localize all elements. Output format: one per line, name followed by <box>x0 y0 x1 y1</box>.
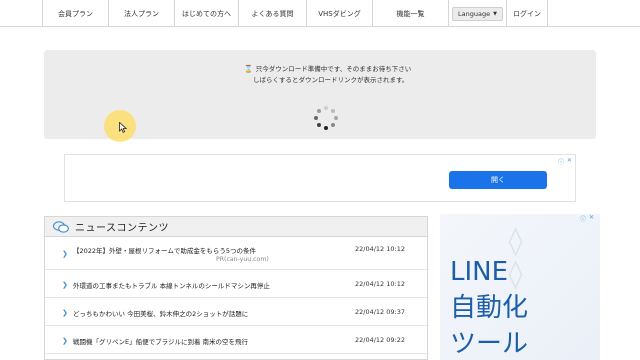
nav-features[interactable]: 機能一覧 <box>372 0 448 27</box>
news-item-title[interactable]: 外環道の工事またもトラブル 本線トンネルのシールドマシン再停止 <box>73 280 270 290</box>
news-item[interactable]: ❯ 外環道の工事またもトラブル 本線トンネルのシールドマシン再停止 22/04/… <box>45 270 429 298</box>
side-ad[interactable]: ◊◊ ⓘ ✕ LINE 自動化 ツール <box>440 214 600 360</box>
news-item-date: 22/04/12 09:22 <box>355 336 405 344</box>
nav-corporate-plan[interactable]: 法人プラン <box>108 0 174 27</box>
nav-items: 会員プラン 法人プラン はじめての方へ よくある質問 VHSダビング 機能一覧 … <box>42 0 548 27</box>
download-message: ⌛ 只今ダウンロード準備中です、そのままお待ち下さい しばらくするとダウンロード… <box>244 64 411 86</box>
news-item-title[interactable]: どっちもかわいい 今田美桜、鈴木伸之の2ショットが話題に <box>73 308 248 318</box>
nav-faq[interactable]: よくある質問 <box>238 0 306 27</box>
loading-spinner-icon <box>314 106 338 130</box>
news-item[interactable]: ❯ 【2022年】外壁・屋根リフォームで助成金をもらう5つの条件 22/04/1… <box>45 238 429 270</box>
ad-close-icon[interactable]: ✕ <box>567 157 572 164</box>
news-header: ニュースコンテンツ <box>45 217 427 237</box>
ad-close-icon[interactable]: ✕ <box>589 214 594 221</box>
language-select[interactable]: Language ▼ <box>452 6 503 21</box>
download-message-line1: 只今ダウンロード準備中です、そのままお待ち下さい <box>255 65 412 73</box>
side-ad-headline: LINE 自動化 ツール <box>450 254 528 360</box>
news-item-source: PR(can-yuu.com) <box>216 256 269 263</box>
adchoices-icon[interactable]: ⓘ <box>558 157 564 166</box>
news-panel: ニュースコンテンツ ❯ 【2022年】外壁・屋根リフォームで助成金をもらう5つの… <box>44 216 429 360</box>
chevron-down-icon: ▼ <box>493 10 497 17</box>
side-ad-line: 自動化 <box>450 293 529 323</box>
ad-banner: ⓘ ✕ 開く <box>64 154 576 202</box>
top-nav: 会員プラン 法人プラン はじめての方へ よくある質問 VHSダビング 機能一覧 … <box>0 0 640 27</box>
ad-open-button[interactable]: 開く <box>449 171 547 189</box>
language-label: Language <box>458 9 491 18</box>
news-item-title[interactable]: 【2022年】外壁・屋根リフォームで助成金をもらう5つの条件 <box>73 245 256 255</box>
nav-member-plan[interactable]: 会員プラン <box>42 0 108 27</box>
chevron-right-icon: ❯ <box>62 309 68 317</box>
news-item[interactable]: ❯ 戦闘機「グリペンE」船便でブラジルに到着 南米の空を飛行 22/04/12 … <box>45 326 429 354</box>
mouse-pointer-icon <box>119 122 128 133</box>
news-item-title[interactable]: 戦闘機「グリペンE」船便でブラジルに到着 南米の空を飛行 <box>73 336 248 346</box>
chevron-right-icon: ❯ <box>62 337 68 345</box>
hourglass-icon: ⌛ <box>244 65 253 73</box>
side-ad-line: ツール <box>450 329 529 359</box>
news-title: ニュースコンテンツ <box>75 223 169 234</box>
side-ad-line: LINE <box>450 257 509 287</box>
nav-login[interactable]: ログイン <box>506 0 548 27</box>
nav-vhs-dubbing[interactable]: VHSダビング <box>306 0 372 27</box>
news-item-date: 22/04/12 10:12 <box>355 280 405 288</box>
chat-bubbles-icon <box>53 220 69 233</box>
chevron-right-icon: ❯ <box>62 281 68 289</box>
news-item-date: 22/04/12 10:12 <box>355 245 405 253</box>
chevron-right-icon: ❯ <box>62 250 68 258</box>
news-item[interactable]: ❯ どっちもかわいい 今田美桜、鈴木伸之の2ショットが話題に 22/04/12 … <box>45 298 429 326</box>
download-message-line2: しばらくするとダウンロードリンクが表示されます。 <box>253 76 409 84</box>
nav-first-time[interactable]: はじめての方へ <box>174 0 238 27</box>
news-item-date: 22/04/12 09:37 <box>355 308 405 316</box>
adchoices-icon[interactable]: ⓘ <box>580 214 586 223</box>
nav-language: Language ▼ <box>448 0 506 27</box>
